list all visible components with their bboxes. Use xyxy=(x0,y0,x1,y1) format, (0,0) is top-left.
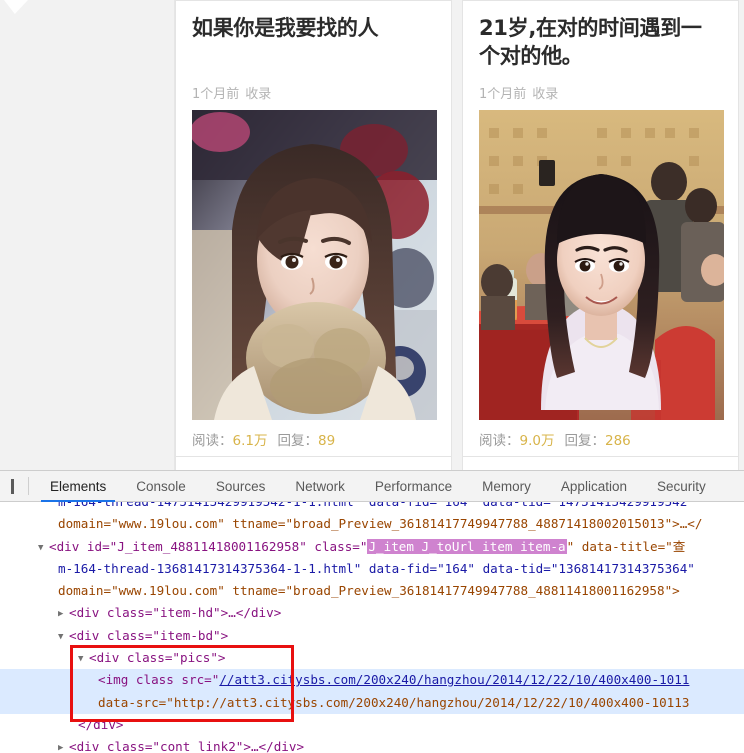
dom-line-text: m-164-thread-14751415429919542-1-1.html"… xyxy=(58,502,687,509)
tab-sources[interactable]: Sources xyxy=(201,471,281,501)
dom-line[interactable]: ▶ <div class="cont link2">…</div> xyxy=(0,736,744,753)
dom-line[interactable]: domain="www.19lou.com" ttname="broad_Pre… xyxy=(0,580,744,602)
tab-security[interactable]: Security xyxy=(642,471,721,501)
dom-image-src-link[interactable]: //att3.citysbs.com/200x240/hangzhou/2014… xyxy=(219,672,689,687)
dom-line[interactable]: ▶ <div class="item-hd">…</div> xyxy=(0,602,744,624)
tab-label: Console xyxy=(136,478,186,494)
tab-label: Security xyxy=(656,478,706,494)
post-meta: 1个月前 收录 xyxy=(192,83,435,102)
page-left-gutter xyxy=(0,0,175,470)
post-reads-label: 阅读： xyxy=(479,433,520,449)
post-time: 1个月前 xyxy=(192,87,240,102)
dom-line-selected[interactable]: <img class src="//att3.citysbs.com/200x2… xyxy=(0,669,744,692)
dom-line[interactable]: ▼ <div id="J_item_48811418001162958" clas… xyxy=(0,536,744,558)
web-page-viewport: 如果你是我要找的人 1个月前 收录 阅读：6.1万 回复：89 21岁,在对的时… xyxy=(0,0,744,470)
tab-label: Memory xyxy=(482,478,531,494)
post-reads-value: 6.1万 xyxy=(232,433,268,449)
toolbar-divider xyxy=(28,477,29,495)
dom-line[interactable]: m-164-thread-14751415429919542-1-1.html"… xyxy=(0,502,744,513)
post-thumbnail-image xyxy=(479,110,724,420)
post-replies-value: 286 xyxy=(604,433,631,449)
post-replies-value: 89 xyxy=(317,433,336,449)
dom-line[interactable]: ▼ <div class="pics"> xyxy=(0,647,744,669)
dom-line-text: domain="www.19lou.com" ttname="broad_Pre… xyxy=(58,516,703,532)
devtools-tab-bar: Elements Console Sources Network Perform… xyxy=(35,471,721,502)
collapse-triangle-icon[interactable]: ▶ xyxy=(58,737,69,753)
dom-line[interactable]: domain="www.19lou.com" ttname="broad_Pre… xyxy=(0,513,744,535)
expand-triangle-icon[interactable]: ▼ xyxy=(38,537,49,559)
post-reads-value: 9.0万 xyxy=(519,433,555,449)
dom-line-text: <div class="pics"> xyxy=(89,650,226,666)
post-card-list: 如果你是我要找的人 1个月前 收录 阅读：6.1万 回复：89 21岁,在对的时… xyxy=(175,0,744,460)
post-replies-label: 回复： xyxy=(564,433,605,449)
post-collect-label[interactable]: 收录 xyxy=(245,87,271,102)
post-thumbnail-image xyxy=(192,110,437,420)
tab-application[interactable]: Application xyxy=(546,471,642,501)
tab-network[interactable]: Network xyxy=(280,471,360,501)
post-replies-label: 回复： xyxy=(277,433,318,449)
tab-label: Elements xyxy=(50,478,107,494)
dom-line-text: <div class="item-bd"> xyxy=(69,627,229,643)
dom-line-text: </div> xyxy=(78,716,124,732)
dom-class-highlight: J_item J_toUrl item item-a xyxy=(367,538,567,554)
dom-line[interactable]: m-164-thread-13681417314375364-1-1.html"… xyxy=(0,558,744,580)
dom-line[interactable]: ▼ <div class="item-bd"> xyxy=(0,625,744,647)
dom-line[interactable]: </div> xyxy=(0,714,744,736)
tab-label: Network xyxy=(295,478,345,494)
post-reads-label: 阅读： xyxy=(192,433,233,449)
collapse-triangle-icon[interactable]: ▶ xyxy=(58,603,69,625)
devtools-toolbar-icons xyxy=(0,471,35,501)
dom-line-text: data-src="http://att3.citysbs.com/200x24… xyxy=(98,694,690,710)
expand-triangle-icon[interactable]: ▼ xyxy=(58,626,69,648)
post-title[interactable]: 21岁,在对的时间遇到一个对的他。 xyxy=(479,15,722,73)
post-card-list-next-row xyxy=(175,456,744,470)
devtools-toolbar: Elements Console Sources Network Perform… xyxy=(0,471,744,502)
dom-tree[interactable]: m-164-thread-14751415429919542-1-1.html"… xyxy=(0,502,744,753)
tab-performance[interactable]: Performance xyxy=(360,471,467,501)
tab-label: Sources xyxy=(215,478,266,494)
dom-line-text: <img class src=" xyxy=(98,672,220,688)
tab-label: Performance xyxy=(374,478,453,494)
dom-line-tail: " data-title="查 xyxy=(566,538,686,554)
dom-line-text: <div class="item-hd">…</div> xyxy=(69,605,282,621)
post-card[interactable]: 如果你是我要找的人 1个月前 收录 阅读：6.1万 回复：89 xyxy=(175,0,452,460)
post-thumbnail[interactable] xyxy=(192,110,437,420)
tab-label: Application xyxy=(560,478,627,494)
post-stats: 阅读：9.0万 回复：286 xyxy=(479,420,722,459)
post-meta: 1个月前 收录 xyxy=(479,83,722,102)
post-title[interactable]: 如果你是我要找的人 xyxy=(192,15,435,73)
post-card[interactable] xyxy=(462,456,739,470)
dom-line-text: <div id="J_item_48811418001162958" class… xyxy=(49,538,368,554)
dom-line-text: domain="www.19lou.com" ttname="broad_Pre… xyxy=(58,583,680,599)
tab-console[interactable]: Console xyxy=(121,471,201,501)
post-card[interactable]: 21岁,在对的时间遇到一个对的他。 1个月前 收录 阅读：9.0万 回复：286 xyxy=(462,0,739,460)
tab-elements[interactable]: Elements xyxy=(35,471,121,502)
tab-memory[interactable]: Memory xyxy=(467,471,546,501)
post-collect-label[interactable]: 收录 xyxy=(532,87,558,102)
post-stats: 阅读：6.1万 回复：89 xyxy=(192,420,435,459)
expand-triangle-icon[interactable]: ▼ xyxy=(78,648,89,670)
post-thumbnail[interactable] xyxy=(479,110,724,420)
post-card[interactable] xyxy=(175,456,452,470)
dom-line-text: <div class="cont link2">…</div> xyxy=(69,739,305,753)
post-time: 1个月前 xyxy=(479,87,527,102)
dom-line-selected[interactable]: data-src="http://att3.citysbs.com/200x24… xyxy=(0,691,744,714)
dom-line-text: m-164-thread-13681417314375364-1-1.html"… xyxy=(58,560,695,576)
devtools-panel: Elements Console Sources Network Perform… xyxy=(0,470,744,753)
inspect-element-icon[interactable] xyxy=(6,478,18,494)
